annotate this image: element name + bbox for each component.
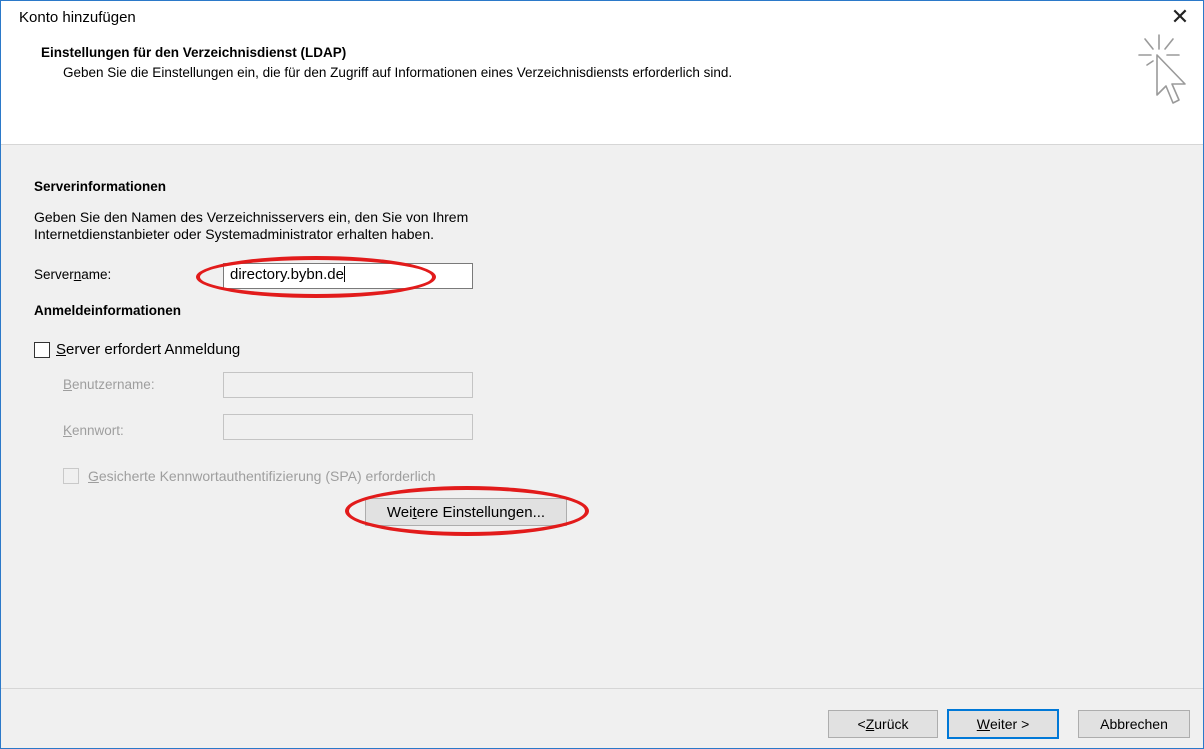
close-icon: ✕ <box>1170 4 1190 29</box>
server-info-description-line1: Geben Sie den Namen des Verzeichnisserve… <box>34 209 469 225</box>
title-bar: Konto hinzufügen ✕ <box>1 1 1203 33</box>
add-account-dialog: Konto hinzufügen ✕ Einstellungen für den… <box>0 0 1204 749</box>
spa-label: Gesicherte Kennwortauthentifizierung (SP… <box>88 468 436 484</box>
wizard-cursor-icon <box>1138 34 1186 104</box>
requires-login-checkbox[interactable] <box>34 342 50 358</box>
requires-login-label[interactable]: Server erfordert Anmeldung <box>56 341 240 358</box>
server-info-heading: Serverinformationen <box>34 179 167 194</box>
cancel-button[interactable]: Abbrechen <box>1078 710 1190 738</box>
next-button[interactable]: Weiter > <box>947 709 1059 739</box>
servername-value: directory.bybn.de <box>230 266 344 283</box>
username-input[interactable] <box>223 372 473 398</box>
wizard-header: Einstellungen für den Verzeichnisdienst … <box>1 33 1203 145</box>
window-title: Konto hinzufügen <box>19 9 136 26</box>
login-info-heading: Anmeldeinformationen <box>34 303 182 318</box>
username-label: Benutzername: <box>63 377 155 392</box>
footer-divider <box>1 688 1203 689</box>
text-caret <box>343 266 345 282</box>
password-input[interactable] <box>223 414 473 440</box>
more-settings-button[interactable]: Wei t ere Einstellungen... <box>365 498 567 526</box>
servername-label: Servername: <box>34 267 112 282</box>
back-button[interactable]: < Zurück <box>828 710 938 738</box>
servername-input[interactable]: directory.bybn.de <box>223 263 473 289</box>
close-button[interactable]: ✕ <box>1157 1 1203 33</box>
header-subtitle: Geben Sie die Einstellungen ein, die für… <box>63 65 733 80</box>
spa-checkbox[interactable] <box>63 468 79 484</box>
header-title: Einstellungen für den Verzeichnisdienst … <box>41 45 347 60</box>
wizard-content: Serverinformationen Geben Sie den Namen … <box>1 145 1203 688</box>
password-label: Kennwort: <box>63 423 124 438</box>
server-info-description-line2: Internetdienstanbieter oder Systemadmini… <box>34 226 435 242</box>
